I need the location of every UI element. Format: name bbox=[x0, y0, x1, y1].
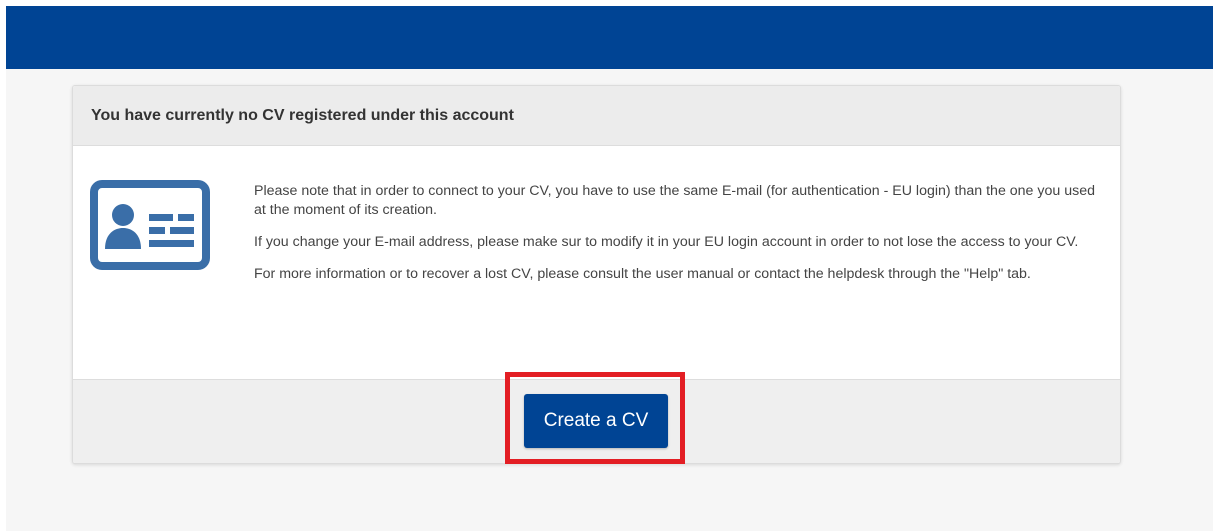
panel-header: You have currently no CV registered unde… bbox=[73, 86, 1120, 146]
no-cv-panel: You have currently no CV registered unde… bbox=[72, 85, 1121, 464]
panel-body: Please note that in order to connect to … bbox=[73, 146, 1120, 379]
id-card-icon bbox=[90, 180, 210, 270]
create-cv-button[interactable]: Create a CV bbox=[524, 394, 668, 448]
panel-footer: Create a CV bbox=[73, 379, 1120, 463]
info-message: Please note that in order to connect to … bbox=[254, 182, 1104, 297]
info-paragraph-change-email: If you change your E-mail address, pleas… bbox=[254, 234, 1079, 250]
top-header-bar bbox=[6, 6, 1213, 69]
info-paragraph-help: For more information or to recover a los… bbox=[254, 266, 1031, 282]
panel-title: You have currently no CV registered unde… bbox=[91, 107, 514, 124]
info-paragraph-email: Please note that in order to connect to … bbox=[254, 183, 1095, 218]
